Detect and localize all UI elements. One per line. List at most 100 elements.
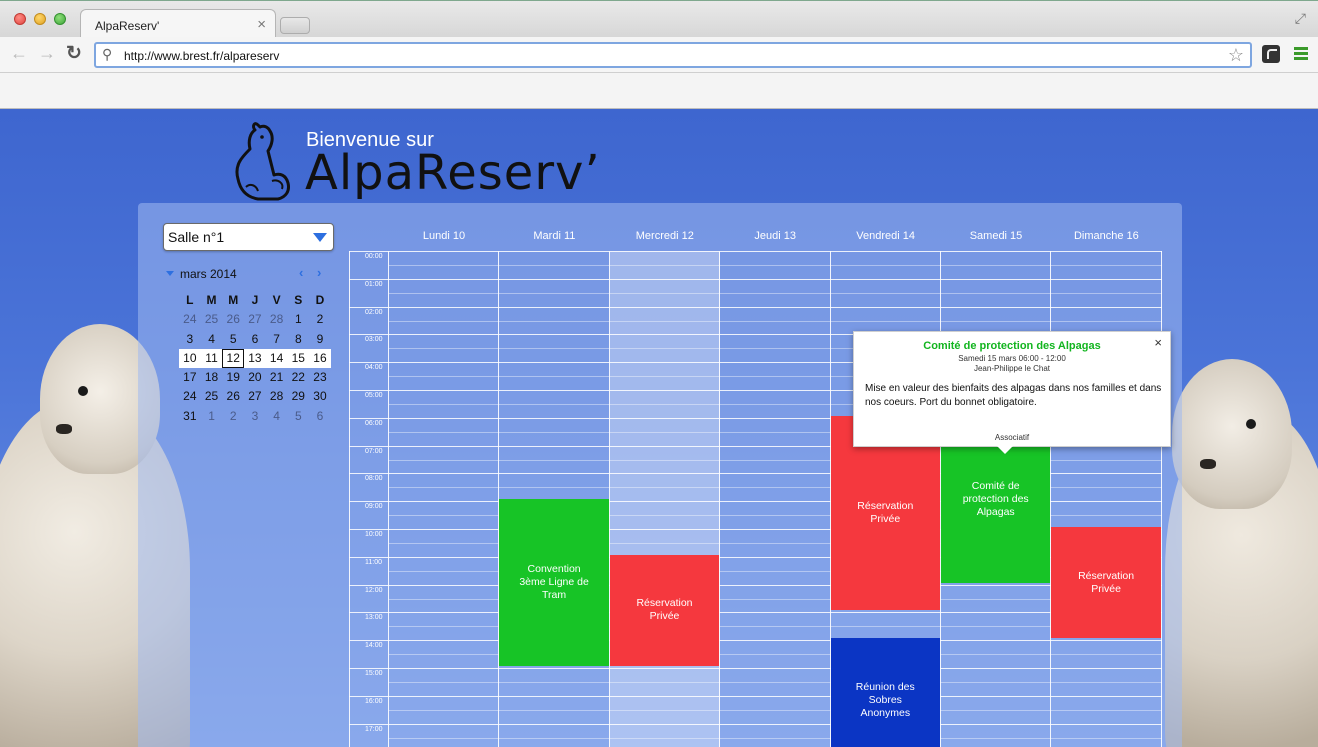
calendar-day[interactable]: 27 — [244, 387, 266, 406]
calendar-day[interactable]: 7 — [266, 330, 288, 349]
calendar-day[interactable]: 14 — [266, 349, 288, 368]
fullscreen-icon[interactable]: ⤢ — [1295, 10, 1306, 27]
calendar-weekday: J — [251, 293, 259, 307]
calendar-day[interactable]: 25 — [201, 310, 223, 329]
event-title: Réunion des Sobres Anonymes — [855, 681, 915, 720]
calendar-day[interactable]: 20 — [244, 368, 266, 387]
calendar-day[interactable]: 22 — [287, 368, 309, 387]
hour-gridline — [349, 584, 1162, 586]
hour-gridline — [349, 668, 1162, 669]
chevron-down-icon — [313, 233, 327, 242]
hour-gridline — [349, 251, 1162, 252]
event-title: Convention 3ème Ligne de Tram — [519, 563, 589, 602]
minimize-window-button[interactable] — [34, 13, 46, 25]
bookmarks-bar — [0, 73, 1318, 109]
hour-gridline — [349, 723, 1162, 725]
calendar-weekday: M — [206, 293, 217, 307]
prev-month-icon[interactable]: ‹ — [299, 265, 303, 280]
calendar-day[interactable]: 3 — [244, 407, 266, 426]
address-bar[interactable]: ⚲ http://www.brest.fr/alpareserv ☆ — [94, 42, 1252, 68]
calendar-day[interactable]: 8 — [287, 330, 309, 349]
hour-gridline — [349, 640, 1162, 642]
event-block[interactable]: Réservation Privée — [1051, 527, 1161, 639]
calendar-day[interactable]: 31 — [179, 407, 201, 426]
calendar-day[interactable]: 13 — [244, 349, 266, 368]
calendar-day[interactable]: 11 — [201, 349, 223, 368]
forward-icon[interactable]: → — [38, 43, 56, 64]
day-header: Lundi 10 — [422, 230, 466, 242]
room-select[interactable]: Salle n°1 — [163, 223, 334, 251]
calendar-month-label: mars 2014 — [180, 267, 237, 281]
calendar-day[interactable]: 26 — [222, 310, 244, 329]
event-block[interactable]: Réservation Privée — [609, 554, 720, 666]
zoom-window-button[interactable] — [54, 13, 66, 25]
calendar-day[interactable]: 16 — [309, 349, 331, 368]
calendar-day[interactable]: 1 — [287, 310, 309, 329]
day-column[interactable] — [720, 251, 831, 747]
hour-label: 08:00 — [365, 475, 383, 483]
tab-close-icon[interactable]: × — [257, 16, 266, 33]
calendar-day[interactable]: 27 — [244, 310, 266, 329]
calendar-day[interactable]: 15 — [287, 349, 309, 368]
url-text[interactable]: http://www.brest.fr/alpareserv — [124, 49, 279, 63]
mini-calendar-header: mars 2014 ‹ › — [166, 265, 331, 283]
close-window-button[interactable] — [14, 13, 26, 25]
back-icon[interactable]: ← — [10, 43, 28, 64]
event-block[interactable]: Réunion des Sobres Anonymes — [830, 638, 940, 747]
calendar-weekday: L — [186, 293, 194, 307]
calendar-day[interactable]: 12 — [222, 348, 245, 369]
event-title: Réservation Privée — [636, 597, 693, 623]
reload-icon[interactable]: ↻ — [66, 42, 82, 65]
calendar-day[interactable]: 6 — [244, 330, 266, 349]
hour-label: 02:00 — [365, 308, 383, 316]
next-month-icon[interactable]: › — [317, 265, 321, 280]
calendar-day[interactable]: 26 — [222, 387, 244, 406]
new-tab-button[interactable] — [280, 17, 310, 34]
day-header: Jeudi 13 — [754, 230, 796, 242]
extension-icon[interactable] — [1262, 45, 1280, 63]
event-block[interactable]: Convention 3ème Ligne de Tram — [499, 499, 609, 666]
calendar-day[interactable]: 4 — [201, 330, 223, 349]
calendar-day[interactable]: 18 — [201, 368, 223, 387]
calendar-day[interactable]: 24 — [179, 387, 201, 406]
calendar-day[interactable]: 2 — [309, 310, 331, 329]
day-column[interactable] — [389, 251, 500, 747]
calendar-day[interactable]: 24 — [179, 310, 201, 329]
browser-toolbar: ← → ↻ ⚲ http://www.brest.fr/alpareserv ☆ — [0, 37, 1318, 73]
calendar-day[interactable]: 10 — [179, 349, 201, 368]
hour-label: 10:00 — [365, 531, 383, 538]
calendar-day[interactable]: 9 — [309, 330, 331, 349]
calendar-day[interactable]: 6 — [309, 407, 331, 426]
day-column[interactable] — [1051, 251, 1162, 747]
menu-icon[interactable] — [1294, 47, 1308, 62]
calendar-day[interactable]: 19 — [222, 368, 244, 387]
day-column[interactable] — [609, 251, 721, 747]
calendar-day[interactable]: 25 — [201, 387, 223, 406]
calendar-day[interactable]: 17 — [179, 368, 201, 387]
calendar-day[interactable]: 5 — [222, 330, 244, 349]
hour-label: 11:00 — [365, 558, 382, 566]
hour-label: 05:00 — [365, 392, 383, 399]
calendar-day[interactable]: 5 — [287, 407, 309, 426]
calendar-day[interactable]: 21 — [266, 368, 288, 387]
browser-tab[interactable]: AlpaReserv' × — [80, 9, 276, 39]
collapse-triangle-icon[interactable] — [166, 271, 174, 276]
calendar-day[interactable]: 2 — [222, 407, 244, 426]
calendar-day[interactable]: 4 — [266, 407, 288, 426]
calendar-day[interactable]: 29 — [287, 387, 309, 406]
calendar-day[interactable]: 28 — [266, 310, 288, 329]
calendar-weekday: V — [272, 293, 281, 307]
bookmark-star-icon[interactable]: ☆ — [1228, 45, 1244, 66]
event-title: Comité de protection des Alpagas — [962, 479, 1029, 518]
calendar-day[interactable]: 30 — [309, 387, 331, 406]
calendar-day[interactable]: 1 — [201, 407, 223, 426]
popup-date: Samedi 15 mars 06:00 - 12:00 — [958, 354, 1066, 363]
hour-gridline — [349, 306, 1162, 308]
calendar-week-row: 10 11 12 13 14 15 16 — [179, 348, 331, 369]
calendar-day[interactable]: 28 — [266, 387, 288, 406]
hour-label: 00:00 — [365, 253, 383, 260]
calendar-day[interactable]: 3 — [179, 330, 201, 349]
hour-label: 17:00 — [365, 725, 383, 733]
calendar-day[interactable]: 23 — [309, 368, 331, 387]
popup-title: Comité de protection des Alpagas — [923, 340, 1101, 352]
